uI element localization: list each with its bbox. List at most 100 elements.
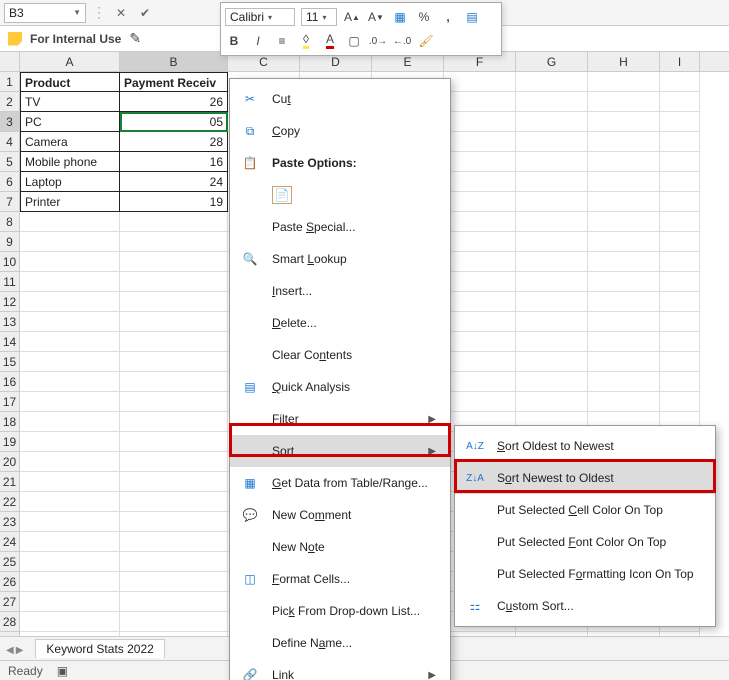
cell[interactable]: Product — [20, 72, 120, 92]
cell[interactable] — [444, 72, 516, 92]
cell[interactable] — [588, 352, 660, 372]
row-header[interactable]: 25 — [0, 552, 20, 572]
menu-item-get-data[interactable]: ▦ Get Data from Table/Range... — [230, 467, 450, 499]
cell[interactable] — [444, 292, 516, 312]
cell[interactable] — [20, 432, 120, 452]
cell[interactable] — [444, 252, 516, 272]
menu-item-sort-fmt-icon[interactable]: Put Selected Formatting Icon On Top — [455, 558, 715, 590]
cell[interactable] — [20, 512, 120, 532]
row-header[interactable]: 9 — [0, 232, 20, 252]
cell[interactable] — [20, 532, 120, 552]
cell[interactable] — [516, 332, 588, 352]
cell[interactable] — [660, 372, 700, 392]
row-header[interactable]: 12 — [0, 292, 20, 312]
cell[interactable] — [660, 392, 700, 412]
decrease-decimal-icon[interactable]: ←.0 — [393, 32, 411, 50]
row-header[interactable]: 16 — [0, 372, 20, 392]
cell[interactable] — [444, 352, 516, 372]
menu-item-copy[interactable]: ⧉ Copy — [230, 115, 450, 147]
cancel-icon[interactable]: ✕ — [112, 6, 130, 20]
select-all-corner[interactable] — [0, 52, 20, 71]
cell[interactable] — [660, 72, 700, 92]
row-header[interactable]: 23 — [0, 512, 20, 532]
cell[interactable] — [444, 372, 516, 392]
row-header[interactable]: 17 — [0, 392, 20, 412]
cell[interactable] — [516, 352, 588, 372]
cell[interactable] — [444, 212, 516, 232]
menu-item-clear[interactable]: Clear Contents — [230, 339, 450, 371]
cell[interactable] — [120, 352, 228, 372]
cell[interactable] — [20, 252, 120, 272]
menu-item-link[interactable]: 🔗 Link ▶ — [230, 659, 450, 680]
cell[interactable] — [120, 492, 228, 512]
cell[interactable] — [120, 412, 228, 432]
menu-item-delete[interactable]: Delete... — [230, 307, 450, 339]
cell[interactable] — [516, 292, 588, 312]
cell[interactable] — [660, 332, 700, 352]
menu-item-custom-sort[interactable]: ⚏ Custom Sort... — [455, 590, 715, 622]
conditional-format-icon[interactable]: ▤ — [463, 8, 481, 26]
cell[interactable] — [444, 312, 516, 332]
cell[interactable] — [120, 612, 228, 632]
cell[interactable] — [516, 312, 588, 332]
cell[interactable]: Printer — [20, 192, 120, 212]
cell[interactable]: 24 — [120, 172, 228, 192]
cell[interactable] — [20, 472, 120, 492]
row-header[interactable]: 13 — [0, 312, 20, 332]
increase-font-icon[interactable]: A▲ — [343, 8, 361, 26]
cell[interactable] — [120, 532, 228, 552]
cell[interactable] — [660, 312, 700, 332]
cell[interactable] — [516, 372, 588, 392]
menu-item-insert[interactable]: Insert... — [230, 275, 450, 307]
cell[interactable] — [120, 452, 228, 472]
menu-item-sort-font-color[interactable]: Put Selected Font Color On Top — [455, 526, 715, 558]
cell[interactable] — [120, 332, 228, 352]
cell[interactable] — [20, 372, 120, 392]
cell[interactable] — [588, 272, 660, 292]
cell[interactable] — [588, 372, 660, 392]
merge-icon[interactable]: ▦ — [391, 8, 409, 26]
menu-item-new-comment[interactable]: 💬 New Comment — [230, 499, 450, 531]
cell[interactable] — [20, 412, 120, 432]
cell[interactable] — [120, 552, 228, 572]
font-name-selector[interactable]: Calibri ▾ — [225, 8, 295, 26]
cell[interactable] — [660, 232, 700, 252]
cell[interactable]: 16 — [120, 152, 228, 172]
menu-item-paste-special[interactable]: Paste Special... — [230, 211, 450, 243]
record-macro-icon[interactable]: ▣ — [57, 664, 68, 678]
cell[interactable] — [120, 472, 228, 492]
row-header[interactable]: 28 — [0, 612, 20, 632]
cell[interactable] — [120, 272, 228, 292]
row-header[interactable]: 5 — [0, 152, 20, 172]
row-header[interactable]: 22 — [0, 492, 20, 512]
cell[interactable] — [120, 252, 228, 272]
cell[interactable] — [588, 392, 660, 412]
sheet-tab[interactable]: Keyword Stats 2022 — [35, 639, 164, 658]
cell[interactable]: Payment Receiv — [120, 72, 228, 92]
cell[interactable] — [20, 452, 120, 472]
row-header[interactable]: 2 — [0, 92, 20, 112]
cell[interactable] — [516, 72, 588, 92]
cell[interactable] — [20, 552, 120, 572]
row-header[interactable]: 8 — [0, 212, 20, 232]
cell[interactable] — [20, 492, 120, 512]
fill-color-icon[interactable]: ◊ — [297, 32, 315, 50]
cell[interactable]: Camera — [20, 132, 120, 152]
cell[interactable] — [20, 352, 120, 372]
cell[interactable] — [20, 232, 120, 252]
column-header[interactable]: G — [516, 52, 588, 71]
menu-item-cut[interactable]: ✂ Cut — [230, 83, 450, 115]
cell[interactable] — [120, 372, 228, 392]
cell[interactable] — [120, 292, 228, 312]
menu-item-smart-lookup[interactable]: 🔍 Smart Lookup — [230, 243, 450, 275]
cell[interactable]: 28 — [120, 132, 228, 152]
cell[interactable]: Mobile phone — [20, 152, 120, 172]
cell[interactable] — [588, 332, 660, 352]
cell[interactable] — [20, 292, 120, 312]
cell[interactable] — [588, 252, 660, 272]
row-header[interactable]: 14 — [0, 332, 20, 352]
row-header[interactable]: 11 — [0, 272, 20, 292]
menu-item-format-cells[interactable]: ◫ Format Cells... — [230, 563, 450, 595]
cell[interactable] — [20, 612, 120, 632]
cell[interactable] — [120, 572, 228, 592]
